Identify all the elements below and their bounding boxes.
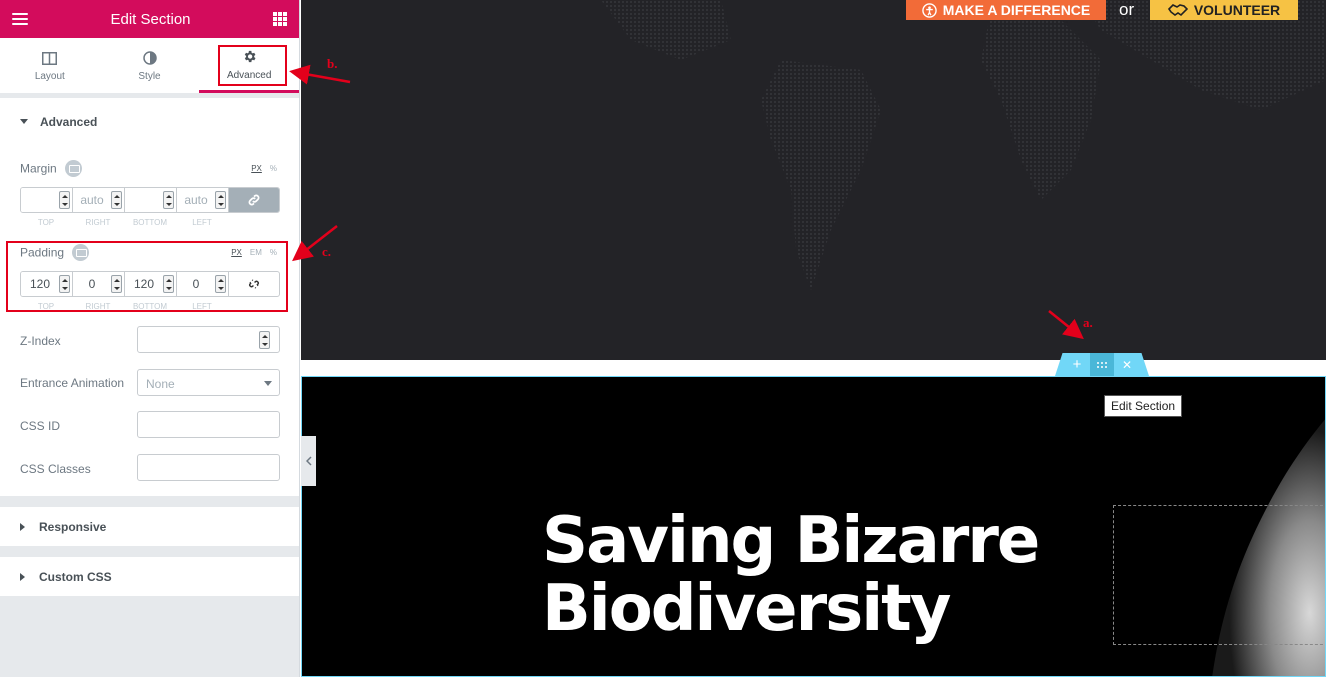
panel-header: Edit Section: [0, 0, 299, 38]
drag-handle-icon[interactable]: [1090, 353, 1114, 376]
css-classes-label: CSS Classes: [20, 462, 91, 476]
annotation-b: b.: [327, 56, 338, 71]
section-gap: [301, 360, 1326, 376]
responsive-desktop-icon[interactable]: [64, 160, 82, 177]
caret-right-icon: [20, 522, 25, 531]
widgets-grid-icon[interactable]: [272, 12, 287, 26]
delete-section-button[interactable]: ✕: [1115, 353, 1139, 376]
add-section-button[interactable]: +: [1065, 353, 1089, 376]
advanced-heading: Advanced: [40, 114, 98, 129]
advanced-section-header[interactable]: Advanced: [0, 98, 299, 145]
world-map-graphic: [601, 0, 1326, 290]
link-icon: [248, 194, 260, 206]
highlight-advanced-tab: [218, 45, 287, 86]
margin-left-input[interactable]: auto: [177, 188, 229, 212]
entrance-animation-value: None: [146, 377, 175, 391]
entrance-animation-label: Entrance Animation: [20, 376, 125, 390]
editor-panel: Edit Section Layout Style Advanced Advan…: [0, 0, 300, 677]
tab-layout-label: Layout: [34, 71, 65, 82]
stepper-icon[interactable]: [215, 191, 226, 209]
margin-top-input[interactable]: [21, 188, 73, 212]
css-classes-input[interactable]: [137, 454, 280, 481]
stepper-icon[interactable]: [111, 191, 122, 209]
chevron-left-icon: [305, 456, 312, 466]
unit-percent[interactable]: %: [270, 164, 277, 173]
columns-icon: [42, 49, 58, 67]
annotation-c: c.: [322, 244, 332, 259]
custom-css-section-header[interactable]: Custom CSS: [0, 557, 299, 596]
half-circle-icon: [142, 49, 157, 67]
volunteer-button[interactable]: VOLUNTEER: [1150, 0, 1298, 20]
entrance-animation-select[interactable]: None: [137, 369, 280, 396]
z-index-label: Z-Index: [20, 334, 61, 348]
css-id-input[interactable]: [137, 411, 280, 438]
z-index-input[interactable]: [137, 326, 280, 353]
caret-right-icon: [20, 572, 25, 581]
person-icon: [921, 2, 937, 18]
advanced-section-body: Margin PX % auto auto TOP RIGHT BOTTOM LEFT…: [0, 145, 299, 496]
make-a-difference-button[interactable]: MAKE A DIFFERENCE: [906, 0, 1106, 20]
selected-section[interactable]: Saving Bizarre Biodiversity: [301, 376, 1326, 677]
margin-units: PX %: [251, 164, 277, 173]
stepper-icon[interactable]: [59, 191, 70, 209]
hero-heading: Saving Bizarre Biodiversity: [542, 504, 1040, 646]
margin-dim-labels: TOP RIGHT BOTTOM LEFT: [37, 218, 212, 227]
collapse-panel-button[interactable]: [301, 436, 316, 486]
stepper-icon[interactable]: [163, 191, 174, 209]
responsive-section-header[interactable]: Responsive: [0, 507, 299, 546]
link-values-button[interactable]: [229, 188, 279, 212]
annotation-a: a.: [1083, 315, 1093, 330]
panel-title: Edit Section: [110, 10, 191, 28]
empty-widget-placeholder[interactable]: [1113, 505, 1325, 645]
or-text: or: [1119, 0, 1135, 19]
tab-layout[interactable]: Layout: [0, 38, 100, 93]
menu-icon[interactable]: [12, 13, 28, 25]
margin-bottom-input[interactable]: [125, 188, 177, 212]
unit-px[interactable]: PX: [251, 164, 262, 173]
highlight-padding: [6, 241, 288, 312]
stepper-icon[interactable]: [259, 331, 270, 349]
css-id-label: CSS ID: [20, 419, 61, 433]
section-handle: + ✕: [1055, 353, 1149, 376]
chevron-down-icon: [264, 381, 272, 386]
margin-label: Margin: [20, 160, 82, 178]
responsive-heading: Responsive: [39, 519, 107, 534]
custom-css-heading: Custom CSS: [39, 569, 112, 584]
caret-down-icon: [20, 119, 28, 124]
margin-right-input[interactable]: auto: [73, 188, 125, 212]
handshake-icon: [1167, 4, 1188, 17]
tab-style[interactable]: Style: [100, 38, 200, 93]
margin-dimensions: auto auto: [20, 187, 280, 213]
preview-top-section: MAKE A DIFFERENCE or VOLUNTEER: [301, 0, 1326, 360]
tab-style-label: Style: [138, 71, 161, 82]
edit-section-tooltip: Edit Section: [1104, 395, 1183, 417]
